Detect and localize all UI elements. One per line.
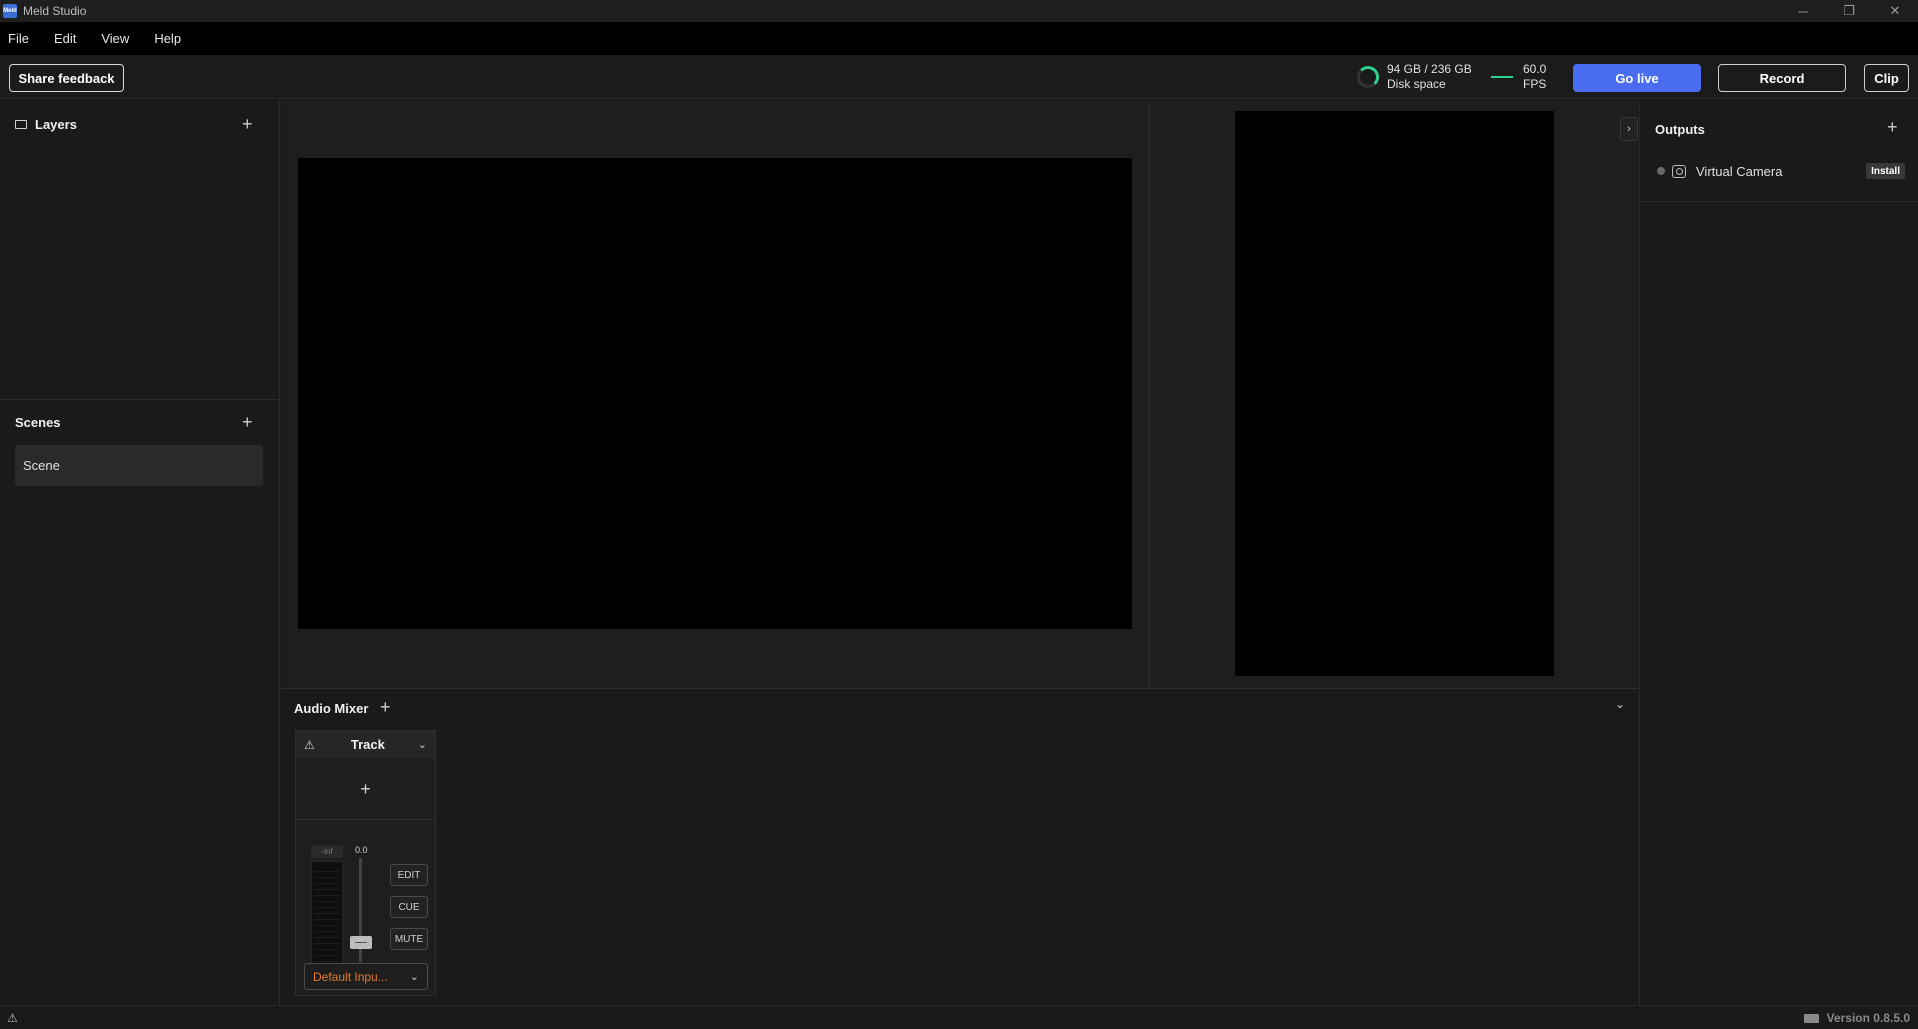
fps-indicator: 60.0 FPS bbox=[1491, 62, 1546, 92]
disk-space-indicator: 94 GB / 236 GB Disk space bbox=[1357, 62, 1472, 92]
cue-button[interactable]: CUE bbox=[390, 896, 428, 918]
window-title: Meld Studio bbox=[23, 4, 87, 18]
menu-help[interactable]: Help bbox=[146, 31, 189, 46]
scenes-title: Scenes bbox=[15, 414, 61, 430]
add-audio-track-button[interactable]: + bbox=[380, 698, 391, 716]
menu-view[interactable]: View bbox=[93, 31, 137, 46]
clip-button[interactable]: Clip bbox=[1864, 64, 1909, 92]
menu-file[interactable]: File bbox=[0, 31, 37, 46]
warning-icon[interactable]: ⚠ bbox=[7, 1011, 18, 1025]
add-scene-button[interactable]: + bbox=[242, 413, 253, 431]
title-bar: Meld Meld Studio ─ ❐ ✕ bbox=[0, 0, 1918, 22]
scene-item[interactable]: Scene bbox=[15, 445, 263, 486]
go-live-button[interactable]: Go live bbox=[1573, 64, 1701, 92]
status-dot bbox=[1657, 167, 1665, 175]
version-label: Version 0.8.5.0 bbox=[1826, 1011, 1910, 1025]
add-source-button[interactable]: + bbox=[296, 759, 435, 820]
meter-scale bbox=[314, 866, 340, 964]
version-info: Version 0.8.5.0 bbox=[1803, 1011, 1910, 1025]
restore-icon[interactable]: ❐ bbox=[1826, 0, 1872, 22]
share-feedback-button[interactable]: Share feedback bbox=[9, 64, 124, 92]
disk-usage-value: 94 GB / 236 GB bbox=[1387, 62, 1472, 76]
warning-icon: ⚠ bbox=[304, 737, 315, 752]
chevron-down-icon: ⌄ bbox=[409, 971, 419, 983]
app-logo-icon: Meld bbox=[3, 4, 17, 18]
add-output-button[interactable]: + bbox=[1887, 118, 1898, 136]
fps-graph-icon bbox=[1491, 76, 1513, 78]
audio-mixer-panel: Audio Mixer + bbox=[281, 688, 1638, 1005]
vertical-preview-canvas[interactable] bbox=[1235, 111, 1554, 676]
minimize-icon[interactable]: ─ bbox=[1780, 0, 1826, 22]
outputs-divider bbox=[1639, 201, 1918, 202]
edit-button[interactable]: EDIT bbox=[390, 864, 428, 886]
toolbar: Share feedback 94 GB / 236 GB Disk space… bbox=[0, 55, 1918, 99]
window-controls: ─ ❐ ✕ bbox=[1780, 0, 1918, 22]
menu-edit[interactable]: Edit bbox=[46, 31, 84, 46]
close-icon[interactable]: ✕ bbox=[1872, 0, 1918, 22]
input-device-label: Default Inpu... bbox=[313, 969, 388, 984]
menu-bar: File Edit View Help bbox=[0, 22, 1918, 55]
fps-value: 60.0 bbox=[1523, 62, 1547, 76]
outputs-title: Outputs bbox=[1655, 122, 1705, 137]
layers-title: Layers bbox=[35, 116, 77, 132]
output-label: Virtual Camera bbox=[1696, 163, 1783, 179]
input-device-select[interactable]: Default Inpu... ⌄ bbox=[304, 963, 428, 990]
disk-usage-ring-icon bbox=[1357, 66, 1379, 88]
volume-fader-handle[interactable] bbox=[350, 936, 372, 949]
panel-divider bbox=[0, 399, 280, 400]
main-preview-canvas[interactable] bbox=[298, 158, 1132, 629]
preview-splitter[interactable] bbox=[1149, 100, 1150, 688]
record-button[interactable]: Record bbox=[1718, 64, 1846, 92]
left-panel: Layers + Scenes + Scene bbox=[0, 100, 280, 1005]
chevron-down-icon[interactable]: ⌄ bbox=[418, 738, 427, 751]
output-item-virtual-camera[interactable]: Virtual Camera Install bbox=[1657, 161, 1907, 181]
mute-button[interactable]: MUTE bbox=[390, 928, 428, 950]
volume-meter bbox=[311, 861, 343, 968]
scenes-header: Scenes + bbox=[0, 407, 280, 437]
disk-space-label: Disk space bbox=[1387, 77, 1446, 91]
camera-icon bbox=[1672, 164, 1686, 178]
layers-header: Layers + bbox=[0, 109, 280, 139]
track-header: ⚠ Track ⌄ bbox=[296, 731, 435, 758]
audio-mixer-title: Audio Mixer bbox=[294, 701, 369, 716]
install-button[interactable]: Install bbox=[1866, 163, 1905, 179]
meter-peak-label: -inf bbox=[311, 845, 343, 858]
collapse-mixer-icon[interactable]: ⌄ bbox=[1615, 697, 1625, 711]
meld-logo-icon bbox=[1803, 1013, 1819, 1023]
add-layer-button[interactable]: + bbox=[242, 115, 253, 133]
fader-value: 0.0 bbox=[355, 845, 368, 855]
track-name[interactable]: Track bbox=[318, 737, 418, 752]
layers-icon bbox=[15, 119, 27, 129]
fps-label: FPS bbox=[1523, 77, 1547, 91]
expand-panel-icon[interactable]: › bbox=[1620, 117, 1638, 141]
status-bar: ⚠ Version 0.8.5.0 bbox=[0, 1005, 1918, 1029]
outputs-panel: Outputs + bbox=[1639, 100, 1918, 1005]
audio-track-card: ⚠ Track ⌄ + -inf 0.0 EDIT CUE MUTE Defau… bbox=[295, 730, 436, 996]
